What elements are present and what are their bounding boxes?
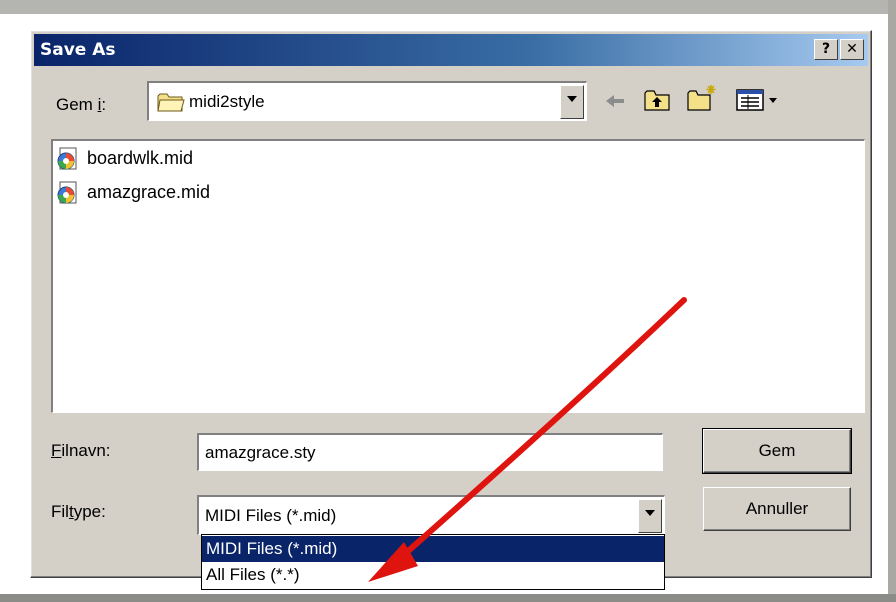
location-value: midi2style — [189, 92, 265, 111]
folder-icon — [157, 93, 185, 112]
cancel-button[interactable]: Annuller — [703, 487, 851, 531]
file-name: boardwlk.mid — [87, 148, 194, 168]
view-menu-icon[interactable] — [735, 87, 781, 113]
option-label: All Files (*.*) — [206, 565, 300, 584]
help-button[interactable]: ? — [814, 39, 838, 60]
backdrop-top-edge — [0, 0, 896, 14]
filename-label: Filnavn: — [51, 441, 111, 460]
dropdown-option-midi[interactable]: MIDI Files (*.mid) — [202, 536, 664, 562]
filename-field[interactable]: amazgrace.sty — [197, 433, 663, 471]
file-name: amazgrace.mid — [87, 182, 211, 202]
file-list[interactable]: boardwlk.mid amazgrace.mid — [51, 139, 865, 413]
save-button[interactable]: Gem — [702, 428, 852, 474]
filetype-dropdown-button[interactable] — [638, 499, 662, 533]
midi-file-icon — [57, 181, 77, 204]
backdrop-bottom-edge — [0, 594, 896, 602]
location-combo[interactable]: midi2style — [147, 81, 587, 121]
filename-value: amazgrace.sty — [205, 443, 316, 462]
up-folder-icon[interactable] — [643, 87, 671, 113]
filetype-label: Filtype: — [51, 502, 106, 521]
filetype-dropdown-list: MIDI Files (*.mid) All Files (*.*) — [201, 534, 665, 590]
filetype-select[interactable]: MIDI Files (*.mid) — [197, 495, 665, 535]
save-as-dialog: Save As ? ✕ Gem i: midi2style boardwlk.m… — [30, 30, 872, 590]
new-folder-icon[interactable] — [686, 83, 718, 113]
location-dropdown-button[interactable] — [560, 85, 584, 119]
dropdown-option-all-files[interactable]: All Files (*.*) — [202, 562, 664, 588]
close-button[interactable]: ✕ — [840, 39, 864, 60]
filetype-value: MIDI Files (*.mid) — [205, 506, 337, 525]
back-arrow-icon[interactable] — [603, 90, 627, 112]
location-label: Gem i: — [56, 95, 107, 114]
option-label: MIDI Files (*.mid) — [206, 539, 338, 558]
window-title: Save As — [40, 40, 116, 60]
midi-file-icon — [57, 147, 77, 170]
title-bar[interactable]: Save As ? ✕ — [34, 34, 868, 66]
backdrop-right-edge — [888, 0, 896, 602]
close-icon: ✕ — [846, 41, 858, 57]
